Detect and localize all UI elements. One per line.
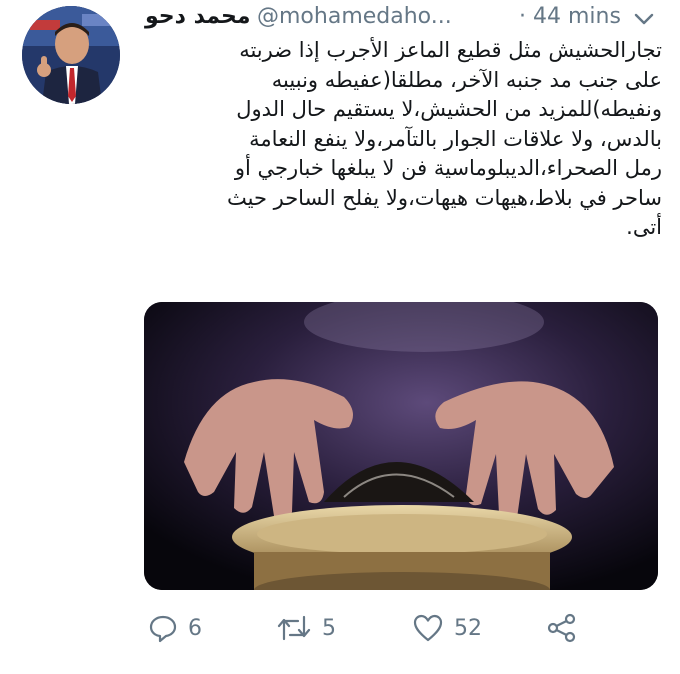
avatar[interactable]: [22, 6, 120, 104]
tweet-timestamp[interactable]: · 44 mins: [519, 4, 621, 29]
retweet-icon: [276, 613, 312, 643]
avatar-image: [22, 6, 120, 104]
reply-icon: [148, 613, 178, 643]
author-name[interactable]: محمد دحو: [145, 4, 251, 29]
share-button[interactable]: [546, 610, 578, 646]
author-handle[interactable]: @mohamedaho...: [257, 4, 452, 29]
share-icon: [546, 613, 578, 643]
tweet-actions: 6 5 52: [144, 610, 664, 650]
heart-icon: [412, 613, 444, 643]
chevron-down-icon[interactable]: [633, 8, 655, 33]
reply-count: 6: [188, 615, 202, 641]
tweet-text-line: تجارالحشيش مثل قطيع الماعز الأجرب إذا ضر…: [239, 38, 662, 62]
reply-button[interactable]: 6: [148, 610, 202, 646]
tweet-text-line: بالدس، ولا علاقات الجوار بالتآمر،ولا ينف…: [249, 126, 662, 151]
tweet-text-line: رمل الصحراء،الديبلوماسية فن لا يبلغها خب…: [234, 156, 662, 180]
retweet-count: 5: [322, 615, 336, 641]
tweet-text: تجارالحشيش مثل قطيع الماعز الأجرب إذا ضر…: [140, 36, 662, 243]
tweet-text-line: ساحر في بلاط،هيهات هيهات،ولا يفلح الساحر…: [227, 185, 662, 210]
retweet-button[interactable]: 5: [276, 610, 336, 646]
hands-over-bowl-image: [144, 302, 658, 590]
tweet-text-line: أتى.: [626, 215, 662, 239]
tweet-media-image[interactable]: [144, 302, 658, 590]
tweet-text-line: ونفيطه)للمزيد من الحشيش،لا يستقيم حال ال…: [236, 97, 662, 121]
tweet-text-line: على جنب مد جنبه الآخر، مطلقا(عفيطه ونبيب…: [271, 67, 662, 92]
tweet-header: محمد دحو @mohamedaho... · 44 mins: [145, 2, 665, 32]
like-count: 52: [454, 615, 482, 641]
like-button[interactable]: 52: [412, 610, 482, 646]
